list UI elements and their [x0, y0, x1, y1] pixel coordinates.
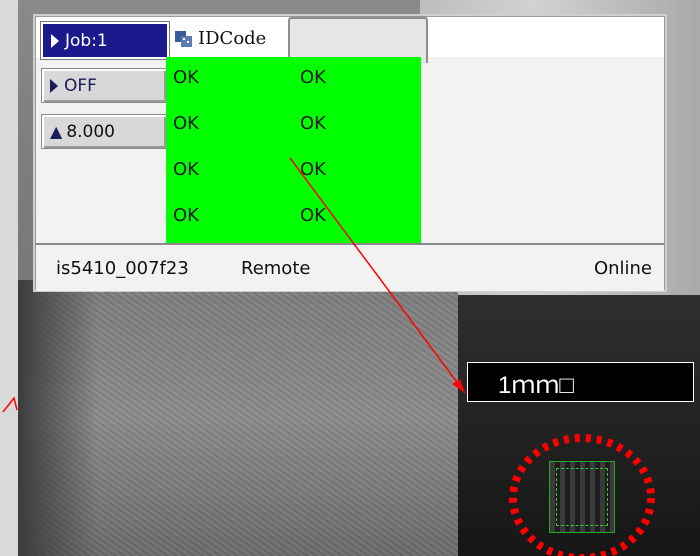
status-bar: is5410_007f23 Remote Online — [36, 243, 664, 291]
job-label: Job:1 — [65, 30, 108, 51]
result-cell: OK — [173, 159, 199, 180]
result-cell: OK — [300, 113, 326, 134]
size-annotation-label: 1ｍｍ□ — [467, 362, 694, 402]
code-detection-box — [556, 468, 608, 526]
tab-idcode[interactable]: IDCode — [170, 20, 287, 57]
mode-toggle-button[interactable]: OFF — [41, 68, 167, 103]
play-triangle-icon — [51, 33, 59, 48]
device-name: is5410_007f23 — [56, 258, 189, 279]
up-down-arrows-icon: ▲ — [50, 122, 63, 141]
mode-label: OFF — [64, 75, 97, 96]
reader-hmi-window: Job:1 OFF ▲ 8.000 IDCode OK OK OK OK OK … — [35, 16, 665, 291]
result-cell: OK — [173, 113, 199, 134]
result-cell: OK — [173, 67, 199, 88]
play-triangle-icon — [50, 78, 58, 93]
tab-idcode-label: IDCode — [198, 28, 267, 49]
idcode-icon — [175, 30, 192, 47]
value-stepper[interactable]: ▲ 8.000 — [41, 114, 167, 149]
result-cell: OK — [300, 205, 326, 226]
connection-status: Online — [593, 258, 652, 279]
result-cell: OK — [300, 159, 326, 180]
result-cell: OK — [173, 205, 199, 226]
camera-shadow — [18, 280, 98, 556]
datamatrix-code — [549, 461, 615, 533]
left-arrow-icon — [2, 396, 18, 413]
value-label: 8.000 — [66, 121, 115, 142]
job-select-button[interactable]: Job:1 — [41, 22, 169, 59]
control-mode: Remote — [241, 258, 311, 279]
results-grid: OK OK OK OK OK OK OK OK — [166, 57, 421, 243]
result-cell: OK — [300, 67, 326, 88]
